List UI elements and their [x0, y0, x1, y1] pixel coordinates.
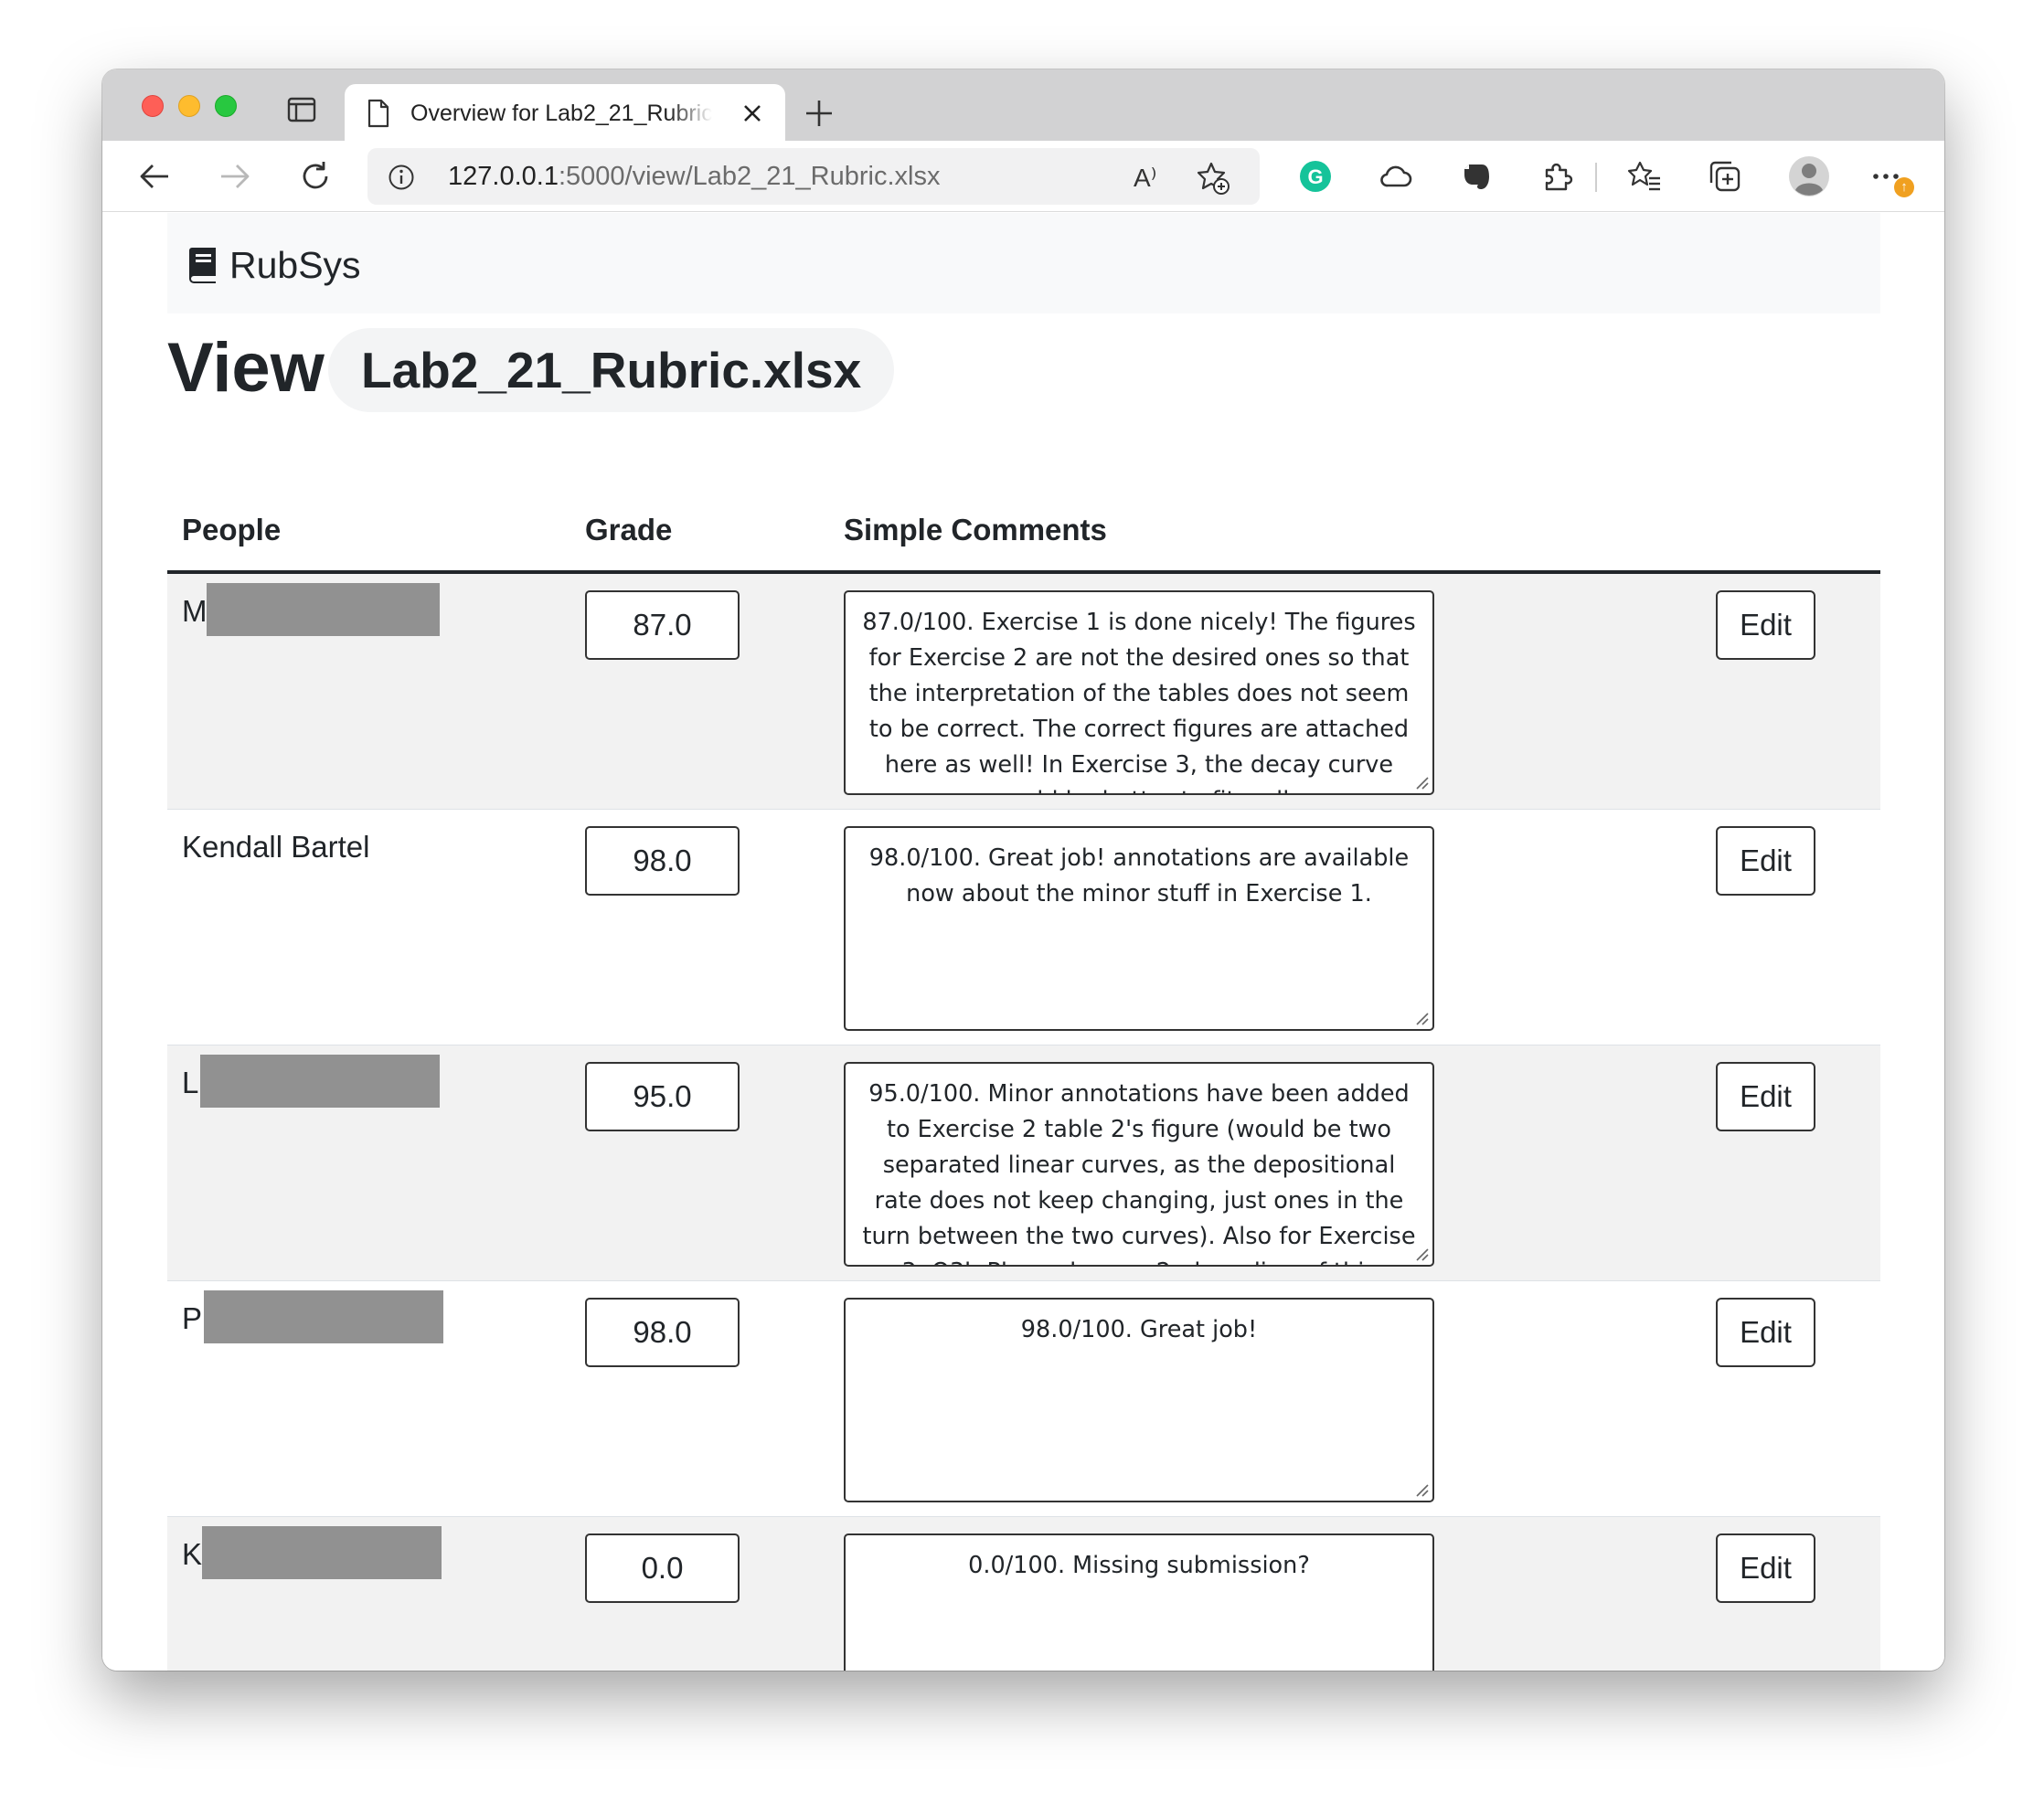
extensions-icon[interactable]	[1539, 159, 1574, 194]
comment-textarea[interactable]: 98.0/100. Great job!	[844, 1298, 1434, 1502]
address-bar[interactable]: 127.0.0.1:5000/view/Lab2_21_Rubric.xlsx …	[367, 148, 1260, 205]
redaction-block	[200, 1055, 440, 1108]
grades-table: People Grade Simple Comments M 87.0 87.0…	[167, 493, 1880, 1671]
resize-grip-icon[interactable]	[1414, 1482, 1429, 1497]
grade-input[interactable]: 87.0	[585, 590, 740, 660]
toolbar-separator	[1595, 163, 1597, 192]
person-name: K	[182, 1537, 203, 1571]
comment-textarea[interactable]: 98.0/100. Great job! annotations are ava…	[844, 826, 1434, 1031]
table-row: P 98.0 98.0/100. Great job! Edit	[167, 1281, 1880, 1517]
back-icon[interactable]	[137, 159, 172, 194]
comment-text: 98.0/100. Great job! annotations are ava…	[868, 844, 1410, 907]
edit-button[interactable]: Edit	[1716, 1533, 1815, 1603]
tab-strip: Overview for Lab2_21_Rubric.xlsx	[102, 69, 1944, 141]
add-favorite-icon[interactable]	[1196, 161, 1230, 196]
redaction-block	[202, 1526, 442, 1579]
edit-button[interactable]: Edit	[1716, 1298, 1815, 1367]
svg-text:G: G	[1307, 165, 1323, 188]
book-icon[interactable]	[187, 246, 218, 284]
comment-text: 98.0/100. Great job!	[1020, 1316, 1258, 1343]
collections-icon[interactable]	[1708, 159, 1742, 194]
app-navbar: RubSys	[167, 213, 1880, 313]
browser-window: Overview for Lab2_21_Rubric.xlsx	[102, 69, 1944, 1671]
comment-text: 95.0/100. Minor annotations have been ad…	[862, 1080, 1416, 1265]
new-tab-icon[interactable]	[804, 99, 834, 128]
person-name: L	[182, 1066, 199, 1099]
update-badge: ↑	[1894, 177, 1914, 197]
table-row: L 95.0 95.0/100. Minor annotations have …	[167, 1045, 1880, 1281]
zoom-window-button[interactable]	[215, 95, 237, 117]
tab-actions-icon[interactable]	[287, 97, 316, 122]
redaction-block	[207, 583, 440, 636]
column-header-grade: Grade	[585, 513, 673, 547]
forward-icon[interactable]	[218, 159, 252, 194]
cloud-icon[interactable]	[1379, 159, 1413, 194]
favorites-icon[interactable]	[1627, 159, 1662, 194]
redaction-block	[204, 1290, 443, 1343]
brand-name[interactable]: RubSys	[229, 244, 361, 286]
table-row: K 0.0 0.0/100. Missing submission? Edit	[167, 1517, 1880, 1671]
refresh-icon[interactable]	[298, 159, 333, 194]
table-row: M 87.0 87.0/100. Exercise 1 is done nice…	[167, 574, 1880, 810]
close-tab-icon[interactable]	[741, 102, 763, 124]
comment-textarea[interactable]: 95.0/100. Minor annotations have been ad…	[844, 1062, 1434, 1267]
grade-input[interactable]: 98.0	[585, 826, 740, 896]
page-title-prefix: View	[167, 329, 325, 407]
edit-button[interactable]: Edit	[1716, 590, 1815, 660]
comment-textarea[interactable]: 0.0/100. Missing submission?	[844, 1533, 1434, 1671]
tab-title: Overview for Lab2_21_Rubric.xlsx	[410, 101, 712, 126]
table-header: People Grade Simple Comments	[167, 493, 1880, 574]
person-name: M	[182, 594, 208, 628]
comment-text: 0.0/100. Missing submission?	[968, 1552, 1310, 1579]
file-name-badge: Lab2_21_Rubric.xlsx	[328, 328, 895, 412]
grade-input[interactable]: 0.0	[585, 1533, 740, 1603]
minimize-window-button[interactable]	[178, 95, 200, 117]
resize-grip-icon[interactable]	[1414, 1011, 1429, 1025]
url-host: 127.0.0.1	[448, 162, 559, 191]
grade-input[interactable]: 98.0	[585, 1298, 740, 1367]
comment-textarea[interactable]: 87.0/100. Exercise 1 is done nicely! The…	[844, 590, 1434, 795]
url-path: :5000/view/Lab2_21_Rubric.xlsx	[558, 162, 941, 191]
resize-grip-icon[interactable]	[1414, 1247, 1429, 1261]
read-aloud-icon[interactable]: A⁾	[1134, 163, 1157, 193]
grade-input[interactable]: 95.0	[585, 1062, 740, 1131]
table-row: Kendall Bartel 98.0 98.0/100. Great job!…	[167, 810, 1880, 1045]
grammarly-icon[interactable]: G	[1298, 159, 1333, 194]
page-content: RubSys View Lab2_21_Rubric.xlsx People G…	[102, 213, 1944, 1671]
evernote-icon[interactable]	[1459, 159, 1494, 194]
close-window-button[interactable]	[142, 95, 164, 117]
comment-text: 87.0/100. Exercise 1 is done nicely! The…	[862, 609, 1416, 793]
browser-toolbar: 127.0.0.1:5000/view/Lab2_21_Rubric.xlsx …	[102, 141, 1944, 212]
person-name: P	[182, 1301, 203, 1335]
resize-grip-icon[interactable]	[1414, 775, 1429, 790]
page-icon	[367, 99, 389, 128]
edit-button[interactable]: Edit	[1716, 826, 1815, 896]
edit-button[interactable]: Edit	[1716, 1062, 1815, 1131]
column-header-people: People	[182, 513, 282, 547]
column-header-comments: Simple Comments	[844, 513, 1107, 547]
info-icon[interactable]	[388, 164, 415, 191]
profile-icon[interactable]	[1788, 155, 1830, 197]
person-name: Kendall Bartel	[182, 830, 370, 864]
active-tab[interactable]: Overview for Lab2_21_Rubric.xlsx	[345, 84, 785, 141]
url-text[interactable]: 127.0.0.1:5000/view/Lab2_21_Rubric.xlsx	[448, 161, 940, 192]
